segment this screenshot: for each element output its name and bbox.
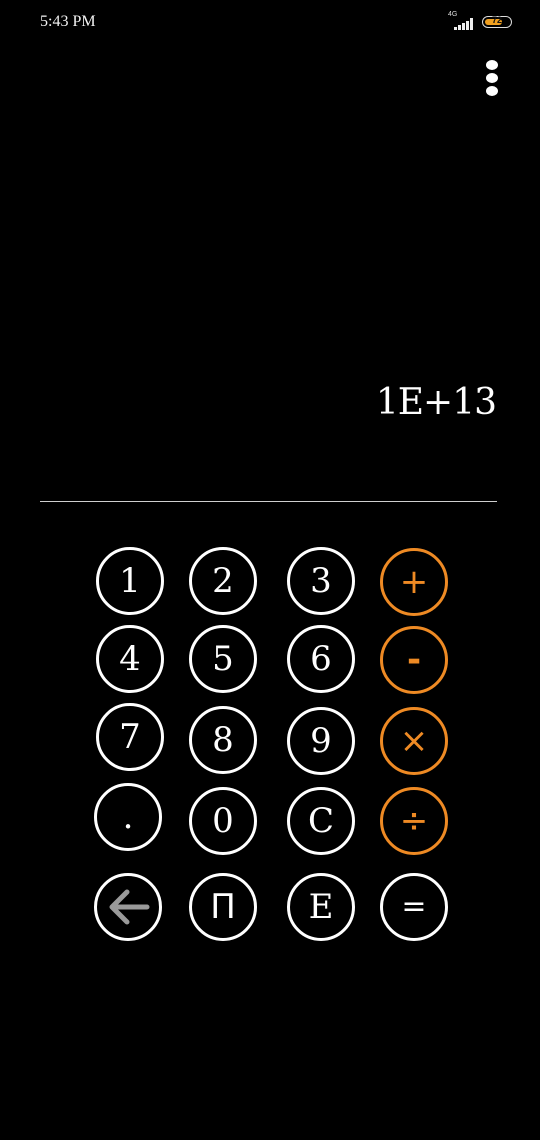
more-dot: [486, 86, 498, 96]
more-options-button[interactable]: [476, 56, 508, 100]
key-5[interactable]: 5: [189, 625, 257, 693]
key-label: +: [399, 562, 429, 602]
key-3[interactable]: 3: [287, 547, 355, 615]
key-label: 4: [119, 639, 141, 679]
key-label: =: [401, 889, 427, 924]
key-label: 8: [212, 720, 234, 760]
key-0[interactable]: 0: [189, 787, 257, 855]
key-label: 3: [310, 561, 332, 601]
key-label: 9: [310, 721, 332, 761]
key-label: 0: [212, 801, 234, 841]
key-decimal[interactable]: .: [94, 783, 162, 851]
key-equals[interactable]: =: [380, 873, 448, 941]
key-label: 5: [212, 639, 234, 679]
key-6[interactable]: 6: [287, 625, 355, 693]
key-label: ÷: [399, 801, 429, 841]
key-exponent[interactable]: E: [287, 873, 355, 941]
battery-icon: 72: [482, 15, 512, 28]
key-1[interactable]: 1: [96, 547, 164, 615]
key-2[interactable]: 2: [189, 547, 257, 615]
more-dot: [486, 73, 498, 83]
key-7[interactable]: 7: [96, 703, 164, 771]
key-multiply[interactable]: ×: [380, 707, 448, 775]
key-pi[interactable]: Π: [189, 873, 257, 941]
key-label: 1: [119, 561, 141, 601]
key-9[interactable]: 9: [287, 707, 355, 775]
result-display: 1E+13: [375, 382, 497, 423]
key-label: E: [308, 887, 334, 927]
key-label: 2: [212, 561, 234, 601]
key-label: -: [406, 640, 422, 680]
key-label: C: [307, 801, 334, 841]
key-divide[interactable]: ÷: [380, 787, 448, 855]
key-label: ×: [399, 721, 429, 761]
network-type: 4G: [448, 11, 458, 18]
key-label: 6: [310, 639, 332, 679]
key-label: Π: [210, 887, 236, 927]
more-dot: [486, 60, 498, 70]
status-time: 5:43 PM: [40, 13, 96, 30]
key-8[interactable]: 8: [189, 706, 257, 774]
key-clear[interactable]: C: [287, 787, 355, 855]
key-label: 7: [119, 717, 141, 757]
key-backspace[interactable]: [94, 873, 162, 941]
arrow-left-icon: [109, 889, 150, 925]
key-label: .: [122, 797, 134, 837]
battery-level: 72: [491, 15, 502, 25]
signal-strength-icon: 4G: [444, 11, 476, 32]
key-plus[interactable]: +: [380, 548, 448, 616]
display-divider: [40, 501, 497, 502]
key-4[interactable]: 4: [96, 625, 164, 693]
key-minus[interactable]: -: [380, 626, 448, 694]
